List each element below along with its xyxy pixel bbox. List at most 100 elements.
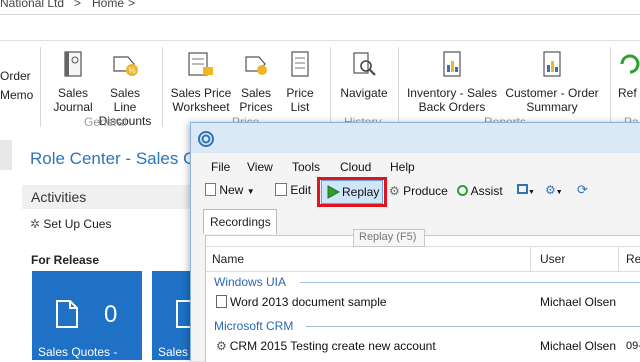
recorder-window: File View Tools Cloud Help New ▼ Edit Re… [190, 122, 640, 362]
sales-journal-button[interactable]: Sales Journal [50, 51, 96, 114]
inventory-label1: Inventory - Sales [406, 86, 498, 100]
sales-price-worksheet-button[interactable]: Sales Price Worksheet [170, 51, 232, 114]
ribbon-group-general: General [84, 115, 127, 129]
sales-price-worksheet-label1: Sales Price [170, 86, 232, 100]
refresh-icon [620, 54, 640, 74]
report-icon [443, 51, 461, 77]
price-list-label1: Price [286, 86, 314, 100]
sales-price-worksheet-label2: Worksheet [172, 100, 230, 114]
sync-icon[interactable]: ⟳ [577, 182, 588, 198]
role-center-pane: Role Center - Sales C Activities ✲ Set U… [0, 135, 202, 360]
activities-header[interactable]: Activities [22, 185, 202, 209]
breadcrumb: National Ltd > Home > [0, 0, 640, 15]
document-icon [216, 295, 227, 308]
menu-help[interactable]: Help [390, 160, 415, 174]
price-tag-icon [245, 56, 267, 75]
svg-text:%: % [128, 66, 135, 75]
table-header: Name User Re [206, 246, 640, 272]
column-ext[interactable]: Re [626, 252, 640, 266]
menu-tools[interactable]: Tools [292, 160, 320, 174]
assist-icon [457, 185, 468, 196]
gear-icon: ⚙ [545, 183, 556, 197]
group-divider [306, 326, 640, 327]
replay-highlight-box [317, 177, 387, 207]
assist-label: Assist [470, 184, 503, 198]
tooltip-text: Replay (F5) [359, 231, 417, 243]
for-release-heading: For Release [31, 253, 100, 267]
inventory-sales-back-orders-button[interactable]: Inventory - Sales Back Orders [404, 51, 500, 114]
ribbon-separator [162, 47, 163, 127]
ribbon-separator [610, 47, 611, 127]
column-user[interactable]: User [540, 252, 565, 266]
sales-prices-button[interactable]: Sales Prices [236, 51, 276, 114]
assist-button[interactable]: Assist [457, 184, 503, 198]
produce-button[interactable]: ⚙ Produce [389, 184, 448, 198]
menu-cloud[interactable]: Cloud [340, 160, 371, 174]
refresh-label: Ref [618, 86, 637, 100]
view-options-button[interactable]: ▼ [517, 183, 535, 197]
setup-cues-link[interactable]: ✲ Set Up Cues [30, 217, 111, 231]
ribbon: Order Memo Sales Journal % Sales Line Di… [0, 40, 640, 129]
table-row[interactable]: Word 2013 document sample [216, 295, 387, 309]
column-name[interactable]: Name [212, 252, 244, 266]
sales-quotes-tile[interactable]: 0 Sales Quotes - [32, 271, 142, 360]
sales-journal-label2: Journal [53, 100, 93, 114]
edit-label: Edit [290, 183, 312, 197]
scrollbar[interactable] [0, 140, 12, 170]
recording-date: 09- [626, 340, 640, 352]
navigate-label1: Navigate [340, 86, 388, 100]
journal-icon [64, 51, 82, 77]
edit-button[interactable]: Edit [275, 183, 311, 197]
ribbon-separator [330, 47, 331, 127]
new-button[interactable]: New ▼ [205, 183, 255, 197]
sales-prices-label1: Sales [240, 86, 272, 100]
menu-file[interactable]: File [211, 160, 230, 174]
document-icon [56, 300, 78, 328]
report-icon [543, 51, 561, 77]
navigate-button[interactable]: Navigate [338, 51, 390, 100]
tab-recordings[interactable]: Recordings [203, 209, 277, 234]
breadcrumb-separator: > [74, 0, 82, 10]
ribbon-order-memo[interactable]: Order Memo [0, 69, 33, 102]
page-title: Role Center - Sales C [30, 149, 196, 168]
menu-view[interactable]: View [247, 160, 273, 174]
customer-order-label1: Customer - Order [505, 86, 599, 100]
settings-button[interactable]: ⚙▼ [545, 183, 563, 197]
breadcrumb-company[interactable]: National Ltd [0, 0, 64, 10]
recording-name: CRM 2015 Testing create new account [229, 339, 436, 353]
sales-tile-label: Sales [158, 345, 189, 359]
recording-name: Word 2013 document sample [230, 295, 387, 309]
group-header-windows-uia[interactable]: Windows UIA [214, 275, 286, 289]
inventory-label2: Back Orders [418, 100, 486, 114]
table-row[interactable]: ⚙ CRM 2015 Testing create new account [216, 339, 436, 353]
replay-tooltip: Replay (F5) [353, 229, 425, 247]
menu-bar: File View Tools Cloud Help [191, 155, 640, 177]
app-logo-icon [198, 131, 214, 147]
price-list-label2: List [290, 100, 310, 114]
sales-journal-label1: Sales [57, 86, 89, 100]
chevron-down-icon: ▼ [555, 189, 563, 196]
sales-quotes-label: Sales Quotes - [38, 345, 118, 359]
window-icon [517, 184, 528, 194]
breadcrumb-page[interactable]: Home [92, 0, 124, 10]
gear-icon: ⚙ [389, 184, 400, 198]
produce-label: Produce [403, 184, 448, 198]
discount-icon: % [113, 56, 138, 76]
group-header-microsoft-crm[interactable]: Microsoft CRM [214, 319, 293, 333]
price-list-button[interactable]: Price List [284, 51, 316, 114]
ribbon-order-label: Order [0, 69, 31, 83]
customer-order-summary-button[interactable]: Customer - Order Summary [502, 51, 602, 114]
chevron-down-icon: ▼ [528, 189, 535, 196]
ribbon-separator [398, 47, 399, 127]
edit-icon [275, 183, 287, 196]
window-titlebar[interactable] [191, 123, 640, 153]
chevron-down-icon: ▼ [246, 187, 255, 196]
refresh-button[interactable]: Ref [618, 51, 640, 100]
column-divider[interactable] [530, 247, 531, 271]
ribbon-memo-label: Memo [0, 88, 34, 102]
recording-user: Michael Olsen [540, 295, 617, 309]
breadcrumb-arrow[interactable]: > [128, 0, 135, 10]
setup-cues-label: Set Up Cues [43, 217, 112, 231]
ribbon-separator [40, 47, 41, 127]
column-divider[interactable] [618, 247, 619, 271]
